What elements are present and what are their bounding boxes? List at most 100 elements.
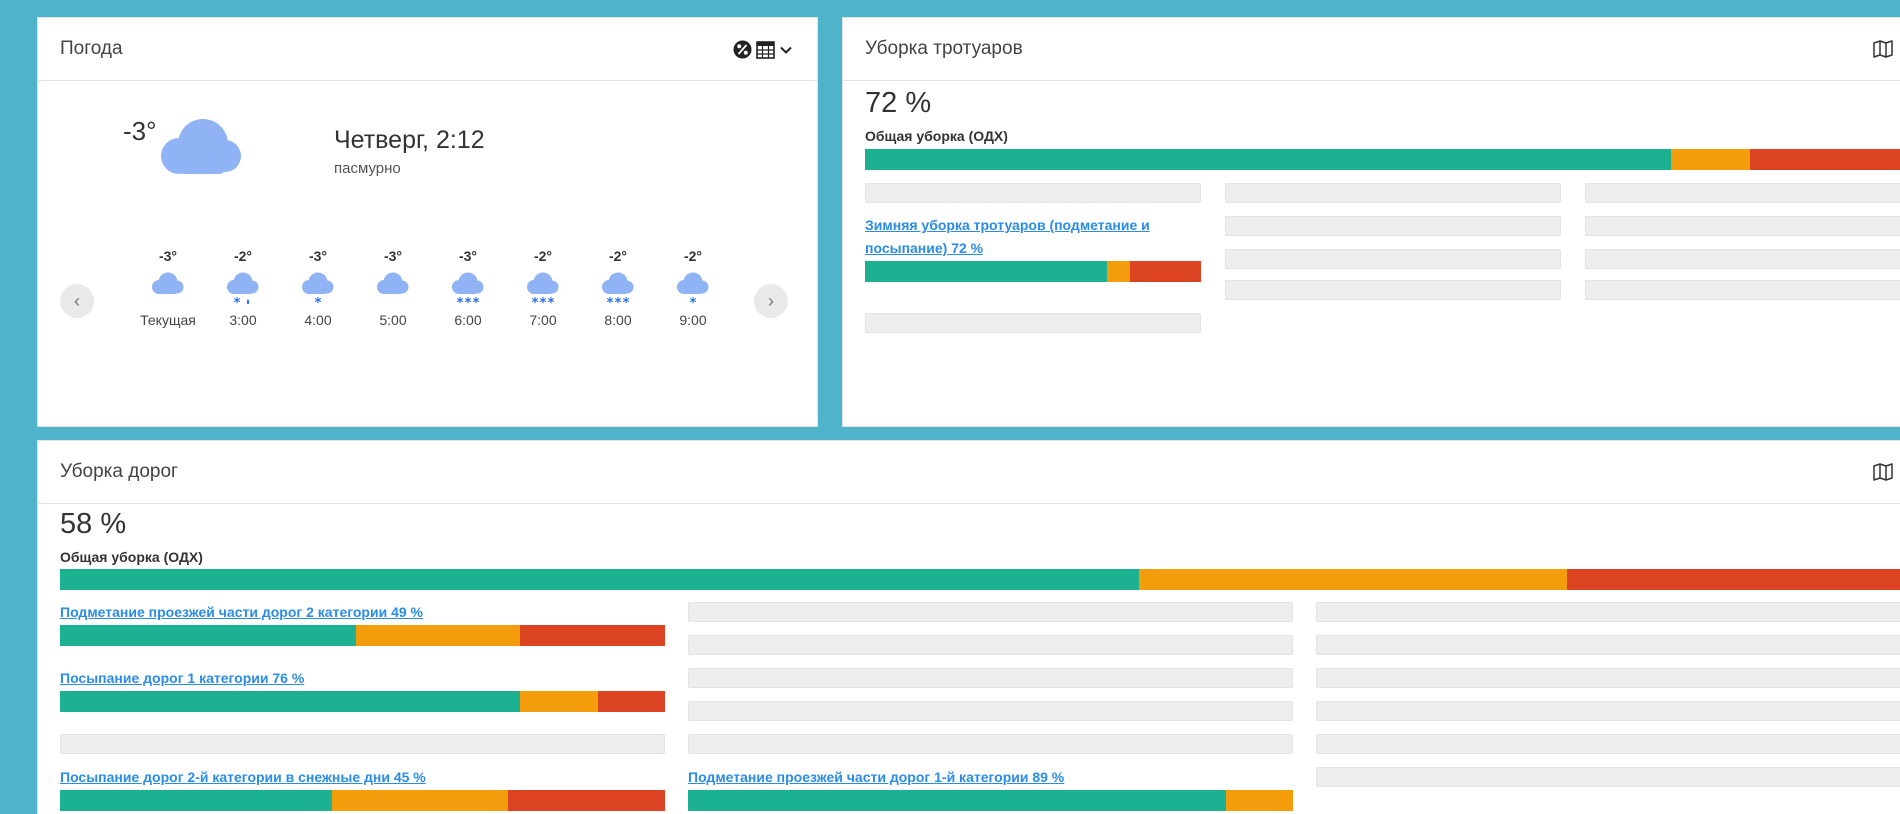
partial-segment [332, 790, 508, 811]
partial-segment [519, 691, 599, 712]
not-done-segment [1130, 261, 1201, 282]
done-segment [60, 691, 520, 712]
placeholder-bar [1225, 216, 1561, 236]
roads-item-link[interactable]: Посыпание дорог 1 категории 76 % [60, 667, 304, 690]
placeholder-bar [1316, 701, 1900, 721]
weather-panel: Погода -3° Четверг, 2:12 пасмурно ‹ › -3… [37, 17, 818, 427]
svg-text:*: * [540, 296, 547, 310]
weather-day-time: Четверг, 2:12 [334, 126, 485, 154]
chevron-down-icon[interactable] [779, 43, 793, 57]
partial-segment [1670, 149, 1751, 170]
hourly-temperature: -3° [383, 248, 403, 264]
placeholder-bar [1585, 183, 1900, 203]
hourly-time-label: 9:00 [679, 312, 707, 328]
placeholder-bar [1585, 216, 1900, 236]
partial-segment [1106, 261, 1131, 282]
svg-text:*: * [473, 296, 480, 310]
not-done-segment [507, 790, 665, 811]
hourly-time-label: 5:00 [379, 312, 407, 328]
placeholder-bar [1316, 668, 1900, 688]
cloud-icon [161, 119, 241, 174]
roads-item-link[interactable]: Подметание проезжей части дорог 1-й кате… [688, 766, 1064, 789]
forecast-prev-button[interactable]: ‹ [60, 284, 94, 318]
map-icon[interactable] [1873, 40, 1893, 58]
weather-panel-title: Погода [60, 38, 123, 59]
hourly-forecast-item: -2° * 3:00 [206, 248, 280, 328]
cloud-snow-rain-icon: * [227, 272, 259, 310]
map-icon[interactable] [1873, 463, 1893, 481]
placeholder-bar [865, 313, 1201, 333]
roads-item-progress-bar [60, 625, 665, 646]
svg-text:*: * [548, 296, 555, 310]
sidewalks-panel: Уборка тротуаров 72 % Общая уборка (ОДХ)… [842, 17, 1900, 427]
hourly-temperature: -2° [533, 248, 553, 264]
done-segment [865, 149, 1671, 170]
sidewalks-item-progress-bar [865, 261, 1201, 282]
placeholder-bar [1225, 249, 1561, 269]
cloud-light-snow-icon: * [677, 272, 709, 310]
cloud-icon [377, 272, 409, 294]
done-segment [865, 261, 1107, 282]
placeholder-bar [1585, 249, 1900, 269]
forecast-next-button[interactable]: › [754, 284, 788, 318]
placeholder-bar [688, 602, 1293, 622]
done-segment [688, 790, 1227, 811]
hourly-forecast-item: -2° * * * 7:00 [506, 248, 580, 328]
roads-item-link[interactable]: Посыпание дорог 2-й категории в снежные … [60, 766, 426, 789]
percent-icon[interactable] [733, 40, 752, 59]
not-done-segment [1566, 569, 1900, 590]
sidewalks-item-link[interactable]: Зимняя уборка тротуаров (подметание и по… [865, 214, 1165, 260]
svg-text:*: * [607, 296, 614, 310]
svg-text:*: * [315, 296, 322, 310]
placeholder-bar [1316, 767, 1900, 787]
partial-segment [1226, 790, 1293, 811]
placeholder-bar [1316, 635, 1900, 655]
done-segment [60, 569, 1139, 590]
not-done-segment [1750, 149, 1900, 170]
hourly-time-label: 6:00 [454, 312, 482, 328]
not-done-segment [598, 691, 665, 712]
hourly-temperature: -2° [233, 248, 253, 264]
roads-item-progress-bar [688, 790, 1293, 811]
hourly-time-label: 8:00 [604, 312, 632, 328]
placeholder-bar [688, 734, 1293, 754]
roads-item-progress-bar [60, 790, 665, 811]
sidewalks-percent: 72 % [865, 87, 932, 119]
hourly-forecast-item: -3° * 4:00 [281, 248, 355, 328]
partial-segment [356, 625, 520, 646]
cloud-snow-icon: * * * [452, 272, 484, 310]
placeholder-bar [1225, 280, 1561, 300]
calendar-icon[interactable] [756, 40, 775, 59]
cloud-snow-icon: * * * [602, 272, 634, 310]
hourly-temperature: -3° [158, 248, 178, 264]
roads-item-link[interactable]: Подметание проезжей части дорог 2 катего… [60, 601, 423, 624]
partial-segment [1138, 569, 1567, 590]
cloud-snow-icon: * * * [527, 272, 559, 310]
cloud-light-snow-icon: * [302, 272, 334, 310]
svg-text:*: * [690, 296, 697, 310]
roads-overall-progress-bar [60, 569, 1900, 590]
roads-overall-label: Общая уборка (ОДХ) [60, 549, 203, 565]
hourly-forecast-item: -3° Текущая [131, 248, 205, 328]
hourly-time-label: Текущая [140, 312, 196, 328]
hourly-temperature: -3° [458, 248, 478, 264]
hourly-temperature: -2° [608, 248, 628, 264]
done-segment [60, 625, 357, 646]
svg-text:*: * [623, 296, 630, 310]
hourly-forecast-item: -3° * * * 6:00 [431, 248, 505, 328]
placeholder-bar [60, 734, 665, 754]
hourly-forecast-item: -3° 5:00 [356, 248, 430, 328]
hourly-forecast-item: -2° * 9:00 [656, 248, 730, 328]
cloud-icon [152, 272, 184, 294]
weather-header-icons [733, 40, 793, 59]
svg-text:*: * [465, 296, 472, 310]
sidewalks-overall-label: Общая уборка (ОДХ) [865, 128, 1008, 144]
roads-panel-title: Уборка дорог [60, 461, 178, 482]
placeholder-bar [1316, 602, 1900, 622]
weather-panel-header: Погода [38, 18, 817, 81]
roads-item-progress-bar [60, 691, 665, 712]
svg-text:*: * [234, 296, 241, 310]
roads-panel: Уборка дорог 58 % Общая уборка (ОДХ) Под… [37, 440, 1900, 814]
hourly-temperature: -3° [308, 248, 328, 264]
svg-text:*: * [615, 296, 622, 310]
